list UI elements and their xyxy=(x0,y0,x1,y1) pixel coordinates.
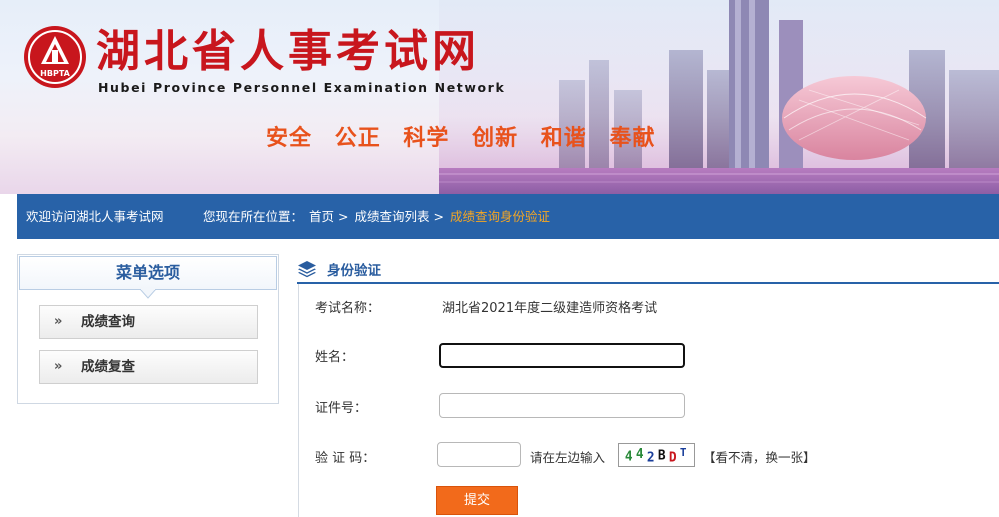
captcha-image[interactable]: 4 4 2 B D T xyxy=(618,443,695,467)
city-skyline-image xyxy=(439,0,999,194)
breadcrumb-home-link[interactable]: 首页 xyxy=(309,209,334,224)
welcome-text: 欢迎访问湖北人事考试网 xyxy=(26,209,164,224)
sidebar-item-label: 成绩查询 xyxy=(81,314,135,330)
slogan-word: 安全 xyxy=(266,125,313,151)
submit-button[interactable]: 提交 xyxy=(436,486,518,515)
panel-header: 身份验证 xyxy=(297,254,999,284)
slogan: 安全 公正 科学 创新 和谐 奉献 xyxy=(266,120,669,152)
double-chevron-icon: » xyxy=(54,314,63,329)
slogan-word: 科学 xyxy=(403,125,450,151)
name-input[interactable] xyxy=(439,343,685,368)
site-subtitle: Hubei Province Personnel Examination Net… xyxy=(98,80,506,95)
captcha-char: 2 xyxy=(647,450,655,465)
location-label: 您现在所在位置： xyxy=(203,209,304,224)
sidebar-item-score-review[interactable]: » 成绩复查 xyxy=(39,350,258,384)
slogan-word: 创新 xyxy=(472,125,519,151)
site-title: 湖北省人事考试网 xyxy=(96,26,480,77)
captcha-char: 4 xyxy=(636,447,644,462)
captcha-char: T xyxy=(680,446,687,459)
refresh-captcha-link[interactable]: 【看不清，换一张】 xyxy=(703,447,816,466)
verification-form: 考试名称： 湖北省2021年度二级建造师资格考试 姓名： 证件号： 验 证 码：… xyxy=(298,284,999,517)
sidebar-menu: 菜单选项 » 成绩查询 » 成绩复查 xyxy=(17,254,279,404)
seal-text: HBPTA xyxy=(40,69,70,78)
slogan-word: 公正 xyxy=(334,125,381,151)
id-number-input[interactable] xyxy=(439,393,685,418)
breadcrumb-separator: > xyxy=(338,209,349,224)
breadcrumb-score-list-link[interactable]: 成绩查询列表 xyxy=(354,209,429,224)
heading-pointer-icon xyxy=(140,289,156,299)
captcha-char: D xyxy=(669,450,677,465)
captcha-input[interactable] xyxy=(437,442,521,467)
id-number-label: 证件号： xyxy=(315,401,368,416)
sidebar-heading: 菜单选项 xyxy=(19,256,277,290)
sidebar-item-score-query[interactable]: » 成绩查询 xyxy=(39,305,258,339)
layers-icon xyxy=(298,261,316,278)
hbpta-seal-logo: HBPTA xyxy=(24,26,86,88)
exam-name-value: 湖北省2021年度二级建造师资格考试 xyxy=(442,301,658,316)
sidebar-item-label: 成绩复查 xyxy=(81,359,135,375)
site-banner: HBPTA 湖北省人事考试网 Hubei Province Personnel … xyxy=(0,0,999,194)
captcha-char: B xyxy=(658,449,666,464)
top-navbar: 欢迎访问湖北人事考试网 您现在所在位置： 首页 > 成绩查询列表 > 成绩查询身… xyxy=(17,194,999,239)
captcha-label: 验 证 码： xyxy=(315,451,376,466)
captcha-hint: 请在左边输入 xyxy=(530,450,606,465)
breadcrumb-separator: > xyxy=(433,209,444,224)
exam-name-label: 考试名称： xyxy=(315,301,381,316)
name-label: 姓名： xyxy=(315,350,355,365)
breadcrumb: 您现在所在位置： 首页 > 成绩查询列表 > 成绩查询身份验证 xyxy=(203,194,552,239)
panel-title: 身份验证 xyxy=(327,263,381,279)
captcha-char: 4 xyxy=(625,450,633,465)
breadcrumb-current: 成绩查询身份验证 xyxy=(449,209,550,224)
slogan-word: 和谐 xyxy=(540,125,587,151)
slogan-word: 奉献 xyxy=(609,125,656,151)
double-chevron-icon: » xyxy=(54,359,63,374)
